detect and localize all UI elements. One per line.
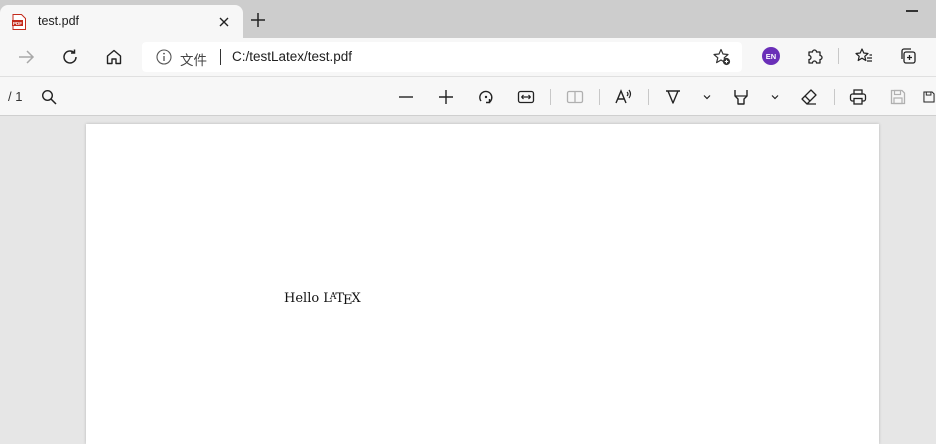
save-as-icon (923, 91, 935, 103)
zoom-out-button[interactable] (395, 86, 417, 108)
latex-logo: LATEX (323, 291, 361, 308)
save-button[interactable] (887, 86, 909, 108)
forward-button[interactable] (15, 46, 37, 68)
pdf-toolbar: / 1 (0, 76, 936, 116)
save-as-button[interactable] (922, 86, 936, 108)
pdf-page: Hello LATEX (86, 124, 879, 444)
toolbar-separator (838, 48, 839, 64)
home-icon (106, 49, 122, 65)
rotate-button[interactable] (475, 86, 497, 108)
draw-button[interactable] (662, 86, 684, 108)
save-icon (890, 89, 906, 105)
navigation-bar: 文件 C:/testLatex/test.pdf (0, 38, 936, 76)
puzzle-icon (808, 49, 823, 64)
pdf-file-icon: PDF (12, 14, 26, 30)
rotate-icon (479, 90, 493, 104)
refresh-button[interactable] (59, 46, 81, 68)
info-icon[interactable] (156, 49, 172, 65)
file-scheme-label: 文件 (180, 53, 207, 68)
close-tab-button[interactable] (216, 14, 232, 30)
hello-text: Hello (284, 291, 320, 306)
url-text[interactable]: C:/testLatex/test.pdf (232, 49, 352, 64)
refresh-icon (63, 49, 77, 64)
toolbar-separator (550, 89, 551, 105)
tab-title: test.pdf (38, 14, 79, 28)
new-tab-button[interactable] (249, 11, 267, 29)
address-bar[interactable]: 文件 C:/testLatex/test.pdf (142, 42, 742, 72)
collections-button[interactable] (897, 45, 919, 67)
fit-to-width-button[interactable] (515, 86, 537, 108)
minus-icon (399, 96, 413, 98)
extensions-button[interactable] (804, 45, 826, 67)
fit-width-icon (517, 90, 535, 104)
page-view-button[interactable] (564, 86, 586, 108)
arrow-right-icon (19, 50, 35, 64)
page-count: / 1 (8, 89, 23, 104)
print-button[interactable] (847, 86, 869, 108)
chevron-down-icon[interactable] (770, 92, 780, 102)
close-icon (219, 17, 229, 27)
toolbar-separator (599, 89, 600, 105)
toolbar-separator (648, 89, 649, 105)
plus-icon (439, 90, 453, 104)
printer-icon (849, 89, 867, 105)
tab-strip: PDF test.pdf (0, 0, 936, 38)
chevron-down-icon[interactable] (702, 92, 712, 102)
profile-avatar[interactable]: EN (762, 47, 780, 65)
collections-icon (901, 48, 916, 64)
document-text: Hello LATEX (284, 291, 361, 308)
toolbar-separator (834, 89, 835, 105)
favorites-icon (855, 48, 872, 62)
search-button[interactable] (38, 86, 60, 108)
highlight-button[interactable] (730, 86, 752, 108)
erase-button[interactable] (798, 86, 820, 108)
search-icon (41, 89, 57, 105)
zoom-in-button[interactable] (435, 86, 457, 108)
highlighter-icon (734, 90, 748, 105)
minimize-window-button[interactable] (906, 10, 918, 12)
read-aloud-button[interactable] (613, 86, 635, 108)
tab-test-pdf[interactable]: PDF test.pdf (0, 5, 243, 38)
favorites-button[interactable] (853, 45, 875, 67)
address-separator (220, 49, 221, 65)
eraser-icon (801, 89, 817, 105)
draw-pen-icon (666, 90, 680, 104)
home-button[interactable] (103, 46, 125, 68)
add-favorite-icon[interactable] (713, 48, 731, 66)
page-view-icon (566, 90, 584, 104)
read-aloud-icon (615, 89, 632, 104)
svg-text:PDF: PDF (13, 21, 22, 26)
